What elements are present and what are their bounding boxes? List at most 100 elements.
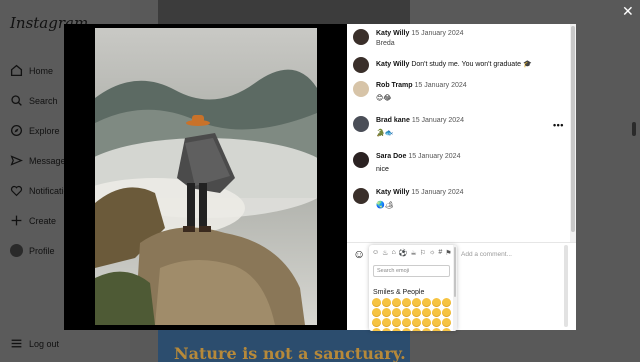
emoji-tab[interactable]: ⚽ [399,249,408,257]
emoji-icon[interactable] [402,328,411,331]
page-scrollbar[interactable] [632,122,636,136]
emoji-icon[interactable] [442,308,451,317]
nav-item-explore[interactable]: Explore [10,124,60,137]
avatar [10,244,23,257]
emoji-icon[interactable] [402,298,411,307]
emoji-icon[interactable] [382,328,391,331]
comment-date: 15 January 2024 [411,117,464,124]
avatar[interactable] [353,152,369,168]
comment-composer: ☺ ☺ ♨ ⌂ ⚽ ☕ ⚐ ☼ # ⚑ Search emoji Smiles … [347,242,576,331]
feed-post-caption: Nature is not a sanctuary. [174,344,406,362]
emoji-search-input[interactable]: Search emoji [373,265,450,277]
emoji-tab[interactable]: # [438,249,442,257]
nav-item-profile[interactable]: Profile [10,244,55,257]
emoji-grid [372,298,454,331]
avatar[interactable] [353,81,369,97]
avatar[interactable] [353,116,369,132]
comment-item: Sara Doe 15 January 2024 nice [353,152,563,175]
emoji-category-tabs: ☺ ♨ ⌂ ⚽ ☕ ⚐ ☼ # ⚑ [372,249,452,257]
comment-input[interactable]: Add a comment... [461,251,512,258]
emoji-icon[interactable] [432,298,441,307]
emoji-tab[interactable]: ☕ [410,249,416,257]
emoji-icon[interactable] [442,298,451,307]
emoji-icon[interactable] [422,298,431,307]
emoji-icon[interactable] [402,308,411,317]
avatar[interactable] [353,57,369,73]
emoji-icon[interactable] [412,318,421,327]
comment-author[interactable]: Sara Doe [376,153,406,160]
send-icon [10,155,23,166]
emoji-icon[interactable] [432,318,441,327]
emoji-icon[interactable] [372,328,381,331]
emoji-icon[interactable] [432,328,441,331]
comments-scrollbar-thumb[interactable] [571,26,575,232]
emoji-icon[interactable] [372,308,381,317]
comment-author[interactable]: Katy Willy [376,61,409,68]
comment-author[interactable]: Rob Tramp [376,82,413,89]
emoji-icon[interactable] [402,318,411,327]
compass-icon [10,124,23,137]
emoji-tab[interactable]: ⌂ [391,249,395,257]
emoji-tab[interactable]: ⚐ [420,249,426,257]
nav-item-messages[interactable]: Messages [10,154,70,167]
emoji-tab[interactable]: ⚑ [445,249,451,257]
nav-label-explore: Explore [29,125,60,136]
more-options-icon[interactable]: ••• [553,120,564,130]
emoji-icon[interactable] [382,318,391,327]
nav-label-logout: Log out [29,338,60,349]
emoji-tab[interactable]: ☺ [372,249,379,257]
comment-item: Rob Tramp 15 January 2024 😊😂 [353,81,563,104]
comments-panel: Katy Willy 15 January 2024 Breda Katy Wi… [347,24,576,331]
comment-text: 😊😂 [376,95,392,102]
nav-label-profile: Profile [29,245,55,256]
post-photo [95,28,317,325]
nav-item-home[interactable]: Home [10,64,53,77]
emoji-icon[interactable] [382,308,391,317]
emoji-picker: ☺ ♨ ⌂ ⚽ ☕ ⚐ ☼ # ⚑ Search emoji Smiles & … [369,245,457,331]
comment-date: 15 January 2024 [408,153,461,160]
emoji-icon[interactable] [392,328,401,331]
comment-author[interactable]: Katy Willy [376,189,409,196]
emoji-icon[interactable] [432,308,441,317]
comment-item: Brad kane 15 January 2024 🐊🐟 [353,116,563,139]
emoji-icon[interactable] [382,298,391,307]
emoji-category-title: Smiles & People [373,289,425,296]
emoji-icon[interactable] [392,308,401,317]
emoji-icon[interactable] [422,328,431,331]
emoji-icon[interactable] [422,308,431,317]
avatar[interactable] [353,188,369,204]
emoji-icon[interactable] [392,318,401,327]
emoji-icon[interactable] [392,298,401,307]
comment-text: nice [376,166,389,173]
plus-icon [11,215,22,226]
emoji-tab[interactable]: ☼ [429,249,435,257]
nav-label-search: Search [29,95,58,106]
emoji-button-icon[interactable]: ☺ [353,247,365,261]
emoji-icon[interactable] [412,328,421,331]
nav-item-search[interactable]: Search [10,94,58,107]
comment-text: Breda [376,40,395,47]
emoji-icon[interactable] [372,298,381,307]
comment-date: 15 January 2024 [411,189,464,196]
emoji-icon[interactable] [412,308,421,317]
comment-date: 15 January 2024 [414,82,467,89]
comment-author[interactable]: Katy Willy [376,30,409,37]
avatar[interactable] [353,29,369,45]
emoji-icon[interactable] [442,318,451,327]
emoji-icon[interactable] [442,328,451,331]
emoji-icon[interactable] [422,318,431,327]
nav-item-logout[interactable]: Log out [10,337,59,350]
comment-text: Don't study me. You won't graduate 🎓 [411,61,532,68]
comment-date: 15 January 2024 [411,30,464,37]
nav-item-create[interactable]: Create [10,214,56,227]
comment-text: 🌏🏕 [376,202,394,209]
composer-scrollbar[interactable] [564,245,568,327]
emoji-scrollbar-thumb[interactable] [454,247,456,297]
comment-item: Katy Willy Don't study me. You won't gra… [353,57,563,73]
emoji-tab[interactable]: ♨ [382,249,388,257]
emoji-icon[interactable] [412,298,421,307]
close-icon[interactable]: ✕ [622,4,634,18]
emoji-icon[interactable] [372,318,381,327]
comment-author[interactable]: Brad kane [376,117,410,124]
comment-text: 🐊🐟 [376,130,394,137]
